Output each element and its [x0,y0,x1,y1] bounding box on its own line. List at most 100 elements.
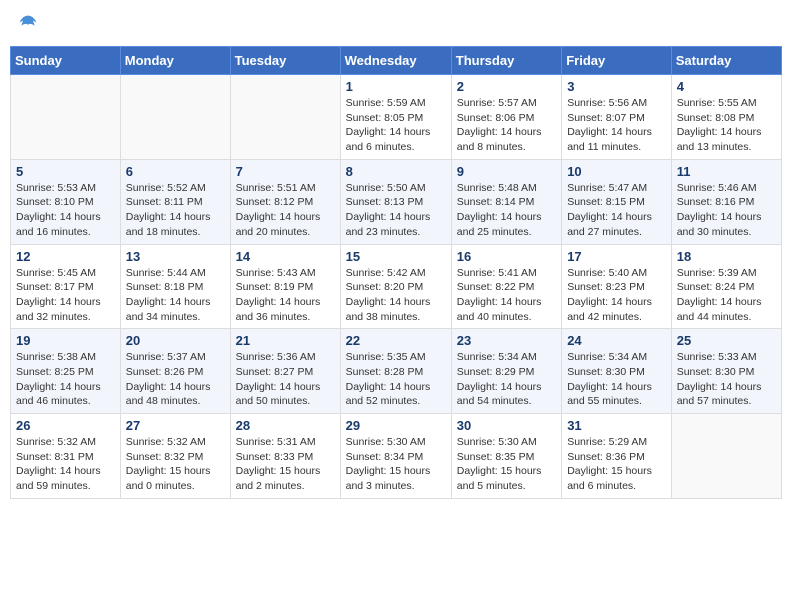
day-info: Sunrise: 5:30 AM Sunset: 8:35 PM Dayligh… [457,435,556,494]
calendar-header-friday: Friday [562,47,672,75]
day-info: Sunrise: 5:32 AM Sunset: 8:32 PM Dayligh… [126,435,225,494]
calendar-header-sunday: Sunday [11,47,121,75]
calendar-header-monday: Monday [120,47,230,75]
calendar-week-row: 5 Sunrise: 5:53 AM Sunset: 8:10 PM Daylig… [11,159,782,244]
day-info: Sunrise: 5:45 AM Sunset: 8:17 PM Dayligh… [16,266,115,325]
calendar-cell: 16 Sunrise: 5:41 AM Sunset: 8:22 PM Dayli… [451,244,561,329]
calendar-cell: 15 Sunrise: 5:42 AM Sunset: 8:20 PM Dayli… [340,244,451,329]
day-info: Sunrise: 5:51 AM Sunset: 8:12 PM Dayligh… [236,181,335,240]
day-number: 9 [457,164,556,179]
day-info: Sunrise: 5:50 AM Sunset: 8:13 PM Dayligh… [346,181,446,240]
day-number: 11 [677,164,776,179]
day-number: 4 [677,79,776,94]
day-number: 5 [16,164,115,179]
calendar-cell: 2 Sunrise: 5:57 AM Sunset: 8:06 PM Daylig… [451,75,561,160]
day-number: 2 [457,79,556,94]
calendar-cell: 25 Sunrise: 5:33 AM Sunset: 8:30 PM Dayli… [671,329,781,414]
day-info: Sunrise: 5:31 AM Sunset: 8:33 PM Dayligh… [236,435,335,494]
day-number: 6 [126,164,225,179]
calendar-cell: 19 Sunrise: 5:38 AM Sunset: 8:25 PM Dayli… [11,329,121,414]
calendar-body: 1 Sunrise: 5:59 AM Sunset: 8:05 PM Daylig… [11,75,782,499]
calendar-cell: 14 Sunrise: 5:43 AM Sunset: 8:19 PM Dayli… [230,244,340,329]
calendar-cell [230,75,340,160]
day-info: Sunrise: 5:38 AM Sunset: 8:25 PM Dayligh… [16,350,115,409]
calendar-cell: 17 Sunrise: 5:40 AM Sunset: 8:23 PM Dayli… [562,244,672,329]
day-info: Sunrise: 5:35 AM Sunset: 8:28 PM Dayligh… [346,350,446,409]
day-info: Sunrise: 5:55 AM Sunset: 8:08 PM Dayligh… [677,96,776,155]
calendar-cell: 18Sunrise: 5:39 AM Sunset: 8:24 PM Dayli… [671,244,781,329]
calendar-week-row: 26 Sunrise: 5:32 AM Sunset: 8:31 PM Dayli… [11,414,782,499]
day-info: Sunrise: 5:37 AM Sunset: 8:26 PM Dayligh… [126,350,225,409]
day-info: Sunrise: 5:53 AM Sunset: 8:10 PM Dayligh… [16,181,115,240]
calendar-cell [671,414,781,499]
day-number: 18 [677,249,776,264]
calendar-cell: 6 Sunrise: 5:52 AM Sunset: 8:11 PM Daylig… [120,159,230,244]
calendar-header-wednesday: Wednesday [340,47,451,75]
day-number: 30 [457,418,556,433]
calendar-cell: 29 Sunrise: 5:30 AM Sunset: 8:34 PM Dayli… [340,414,451,499]
calendar-header-tuesday: Tuesday [230,47,340,75]
day-number: 15 [346,249,446,264]
day-number: 29 [346,418,446,433]
day-info: Sunrise: 5:47 AM Sunset: 8:15 PM Dayligh… [567,181,666,240]
day-number: 27 [126,418,225,433]
calendar-header-thursday: Thursday [451,47,561,75]
day-number: 3 [567,79,666,94]
day-number: 21 [236,333,335,348]
logo-bird-icon [18,14,38,34]
day-number: 26 [16,418,115,433]
calendar-cell: 26 Sunrise: 5:32 AM Sunset: 8:31 PM Dayli… [11,414,121,499]
day-info: Sunrise: 5:42 AM Sunset: 8:20 PM Dayligh… [346,266,446,325]
day-number: 28 [236,418,335,433]
day-number: 31 [567,418,666,433]
calendar-cell: 4 Sunrise: 5:55 AM Sunset: 8:08 PM Daylig… [671,75,781,160]
day-info: Sunrise: 5:40 AM Sunset: 8:23 PM Dayligh… [567,266,666,325]
calendar-cell [120,75,230,160]
calendar-cell: 27 Sunrise: 5:32 AM Sunset: 8:32 PM Dayli… [120,414,230,499]
calendar-table: SundayMondayTuesdayWednesdayThursdayFrid… [10,46,782,499]
day-info: Sunrise: 5:59 AM Sunset: 8:05 PM Dayligh… [346,96,446,155]
calendar-cell: 3 Sunrise: 5:56 AM Sunset: 8:07 PM Daylig… [562,75,672,160]
calendar-cell: 23Sunrise: 5:34 AM Sunset: 8:29 PM Dayli… [451,329,561,414]
calendar-cell: 28 Sunrise: 5:31 AM Sunset: 8:33 PM Dayli… [230,414,340,499]
calendar-cell: 31 Sunrise: 5:29 AM Sunset: 8:36 PM Dayli… [562,414,672,499]
calendar-cell: 9Sunrise: 5:48 AM Sunset: 8:14 PM Daylig… [451,159,561,244]
calendar-cell: 22Sunrise: 5:35 AM Sunset: 8:28 PM Dayli… [340,329,451,414]
day-info: Sunrise: 5:43 AM Sunset: 8:19 PM Dayligh… [236,266,335,325]
day-number: 14 [236,249,335,264]
calendar-cell: 12 Sunrise: 5:45 AM Sunset: 8:17 PM Dayli… [11,244,121,329]
calendar-cell: 7 Sunrise: 5:51 AM Sunset: 8:12 PM Daylig… [230,159,340,244]
calendar-cell: 11 Sunrise: 5:46 AM Sunset: 8:16 PM Dayli… [671,159,781,244]
calendar-cell: 5 Sunrise: 5:53 AM Sunset: 8:10 PM Daylig… [11,159,121,244]
day-info: Sunrise: 5:29 AM Sunset: 8:36 PM Dayligh… [567,435,666,494]
calendar-cell: 1 Sunrise: 5:59 AM Sunset: 8:05 PM Daylig… [340,75,451,160]
day-number: 12 [16,249,115,264]
day-number: 8 [346,164,446,179]
day-number: 24 [567,333,666,348]
calendar-cell: 21 Sunrise: 5:36 AM Sunset: 8:27 PM Dayli… [230,329,340,414]
day-number: 20 [126,333,225,348]
calendar-cell: 24Sunrise: 5:34 AM Sunset: 8:30 PM Dayli… [562,329,672,414]
day-info: Sunrise: 5:32 AM Sunset: 8:31 PM Dayligh… [16,435,115,494]
calendar-week-row: 12 Sunrise: 5:45 AM Sunset: 8:17 PM Dayli… [11,244,782,329]
day-number: 19 [16,333,115,348]
day-number: 7 [236,164,335,179]
day-info: Sunrise: 5:41 AM Sunset: 8:22 PM Dayligh… [457,266,556,325]
calendar-cell: 13Sunrise: 5:44 AM Sunset: 8:18 PM Dayli… [120,244,230,329]
calendar-week-row: 1 Sunrise: 5:59 AM Sunset: 8:05 PM Daylig… [11,75,782,160]
day-info: Sunrise: 5:52 AM Sunset: 8:11 PM Dayligh… [126,181,225,240]
day-info: Sunrise: 5:57 AM Sunset: 8:06 PM Dayligh… [457,96,556,155]
day-info: Sunrise: 5:30 AM Sunset: 8:34 PM Dayligh… [346,435,446,494]
day-number: 17 [567,249,666,264]
day-number: 25 [677,333,776,348]
day-info: Sunrise: 5:36 AM Sunset: 8:27 PM Dayligh… [236,350,335,409]
day-number: 1 [346,79,446,94]
day-info: Sunrise: 5:46 AM Sunset: 8:16 PM Dayligh… [677,181,776,240]
day-info: Sunrise: 5:33 AM Sunset: 8:30 PM Dayligh… [677,350,776,409]
calendar-header-saturday: Saturday [671,47,781,75]
day-info: Sunrise: 5:56 AM Sunset: 8:07 PM Dayligh… [567,96,666,155]
page-header [10,10,782,38]
day-number: 16 [457,249,556,264]
day-number: 13 [126,249,225,264]
logo [16,14,38,34]
